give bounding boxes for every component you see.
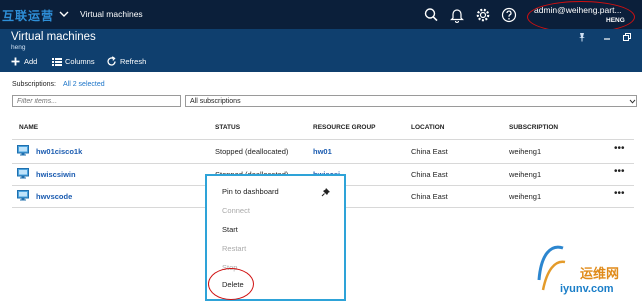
filter-items-input[interactable] [13, 96, 180, 106]
search-icon[interactable] [422, 6, 440, 24]
menu-item-start[interactable]: Start [222, 225, 238, 234]
gear-icon[interactable] [474, 6, 492, 24]
vm-location: China East [411, 147, 448, 156]
subscriptions-label: Subscriptions: [12, 81, 56, 88]
vm-name-link[interactable]: hwvscode [36, 192, 72, 201]
more-actions-button[interactable]: ••• [614, 143, 625, 154]
column-header-location[interactable]: LOCATION [411, 124, 444, 131]
pin-icon [321, 188, 330, 197]
table-row[interactable]: hw01cisco1k Stopped (deallocated) hw01 C… [0, 141, 642, 163]
vm-subscription: weiheng1 [509, 192, 542, 201]
page-title: Virtual machines [11, 31, 96, 43]
virtual-machine-icon [17, 145, 29, 156]
restore-icon[interactable] [622, 32, 632, 42]
menu-item-pin-to-dashboard[interactable]: Pin to dashboard [222, 187, 279, 196]
vm-resource-group-link[interactable]: hw01 [313, 147, 332, 156]
top-bar: 互联运营 Virtual machines admin@weiheng.part… [0, 0, 642, 33]
subscriptions-link[interactable]: All 2 selected [63, 81, 105, 88]
columns-button[interactable]: Columns [65, 57, 95, 66]
refresh-button[interactable]: Refresh [120, 57, 146, 66]
menu-item-stop: Stop [222, 263, 238, 272]
vm-status: Stopped (deallocated) [215, 147, 289, 156]
menu-item-delete[interactable]: Delete [222, 280, 244, 289]
pin-icon[interactable] [577, 32, 587, 42]
add-button-label[interactable]: Add [24, 57, 37, 66]
vm-location: China East [411, 192, 448, 201]
column-header-name[interactable]: NAME [19, 124, 38, 131]
virtual-machine-icon [17, 168, 29, 179]
vm-location: China East [411, 170, 448, 179]
watermark-text: 运维网 [580, 266, 620, 281]
blade-header: Virtual machines heng Add Columns Refres… [0, 29, 642, 72]
divider [12, 139, 634, 140]
bell-icon[interactable] [448, 6, 466, 24]
chevron-down-icon [629, 99, 636, 104]
account-tenant: HENG [606, 17, 625, 24]
vm-name-link[interactable]: hw01cisco1k [36, 147, 82, 156]
minimize-icon[interactable] [602, 32, 612, 42]
column-header-resource-group[interactable]: RESOURCE GROUP [313, 124, 375, 131]
chevron-down-icon[interactable] [58, 8, 70, 20]
virtual-machine-icon [17, 190, 29, 201]
watermark-url: iyunv.com [560, 283, 614, 295]
columns-icon[interactable] [52, 58, 62, 66]
plus-icon [11, 57, 20, 66]
context-menu: Pin to dashboard Connect Start Restart S… [205, 174, 346, 301]
filter-items-field[interactable] [12, 95, 181, 107]
column-header-status[interactable]: STATUS [215, 124, 240, 131]
menu-item-connect: Connect [222, 206, 250, 215]
vm-subscription: weiheng1 [509, 170, 542, 179]
add-button[interactable] [11, 57, 20, 66]
brand-logo[interactable]: 互联运营 [2, 7, 54, 24]
menu-item-restart: Restart [222, 244, 247, 253]
vm-name-link[interactable]: hwiscsiwin [36, 170, 76, 179]
more-actions-button[interactable]: ••• [614, 166, 625, 177]
vm-subscription: weiheng1 [509, 147, 542, 156]
column-header-subscription[interactable]: SUBSCRIPTION [509, 124, 558, 131]
subscriptions-select-value: All subscriptions [190, 97, 241, 105]
subscriptions-select[interactable]: All subscriptions [185, 95, 637, 107]
breadcrumb[interactable]: Virtual machines [80, 9, 143, 19]
page-subtitle: heng [11, 44, 26, 51]
account-name[interactable]: admin@weiheng.part... [534, 5, 622, 15]
refresh-icon[interactable] [106, 56, 117, 67]
more-actions-button[interactable]: ••• [614, 188, 625, 199]
help-icon[interactable] [500, 6, 518, 24]
